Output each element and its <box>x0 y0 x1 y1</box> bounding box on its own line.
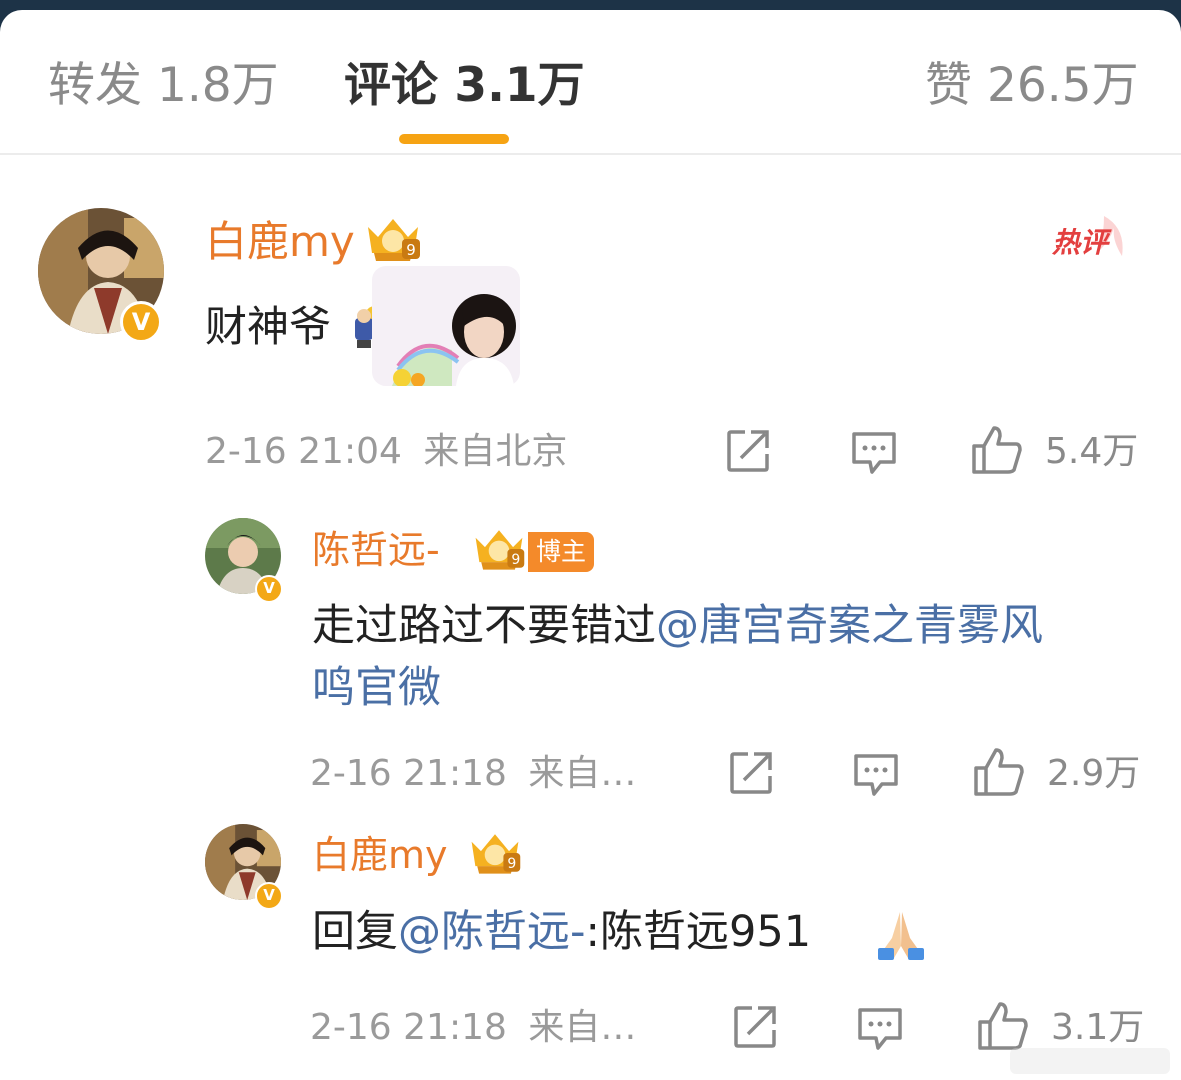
comment-text: :陈哲远951 <box>585 907 812 957</box>
active-tab-indicator <box>399 134 509 144</box>
verified-icon: V <box>255 575 283 603</box>
mention-link[interactable]: @唐宫奇案之青雾风 <box>656 601 1043 651</box>
comment-time: 2-16 21:04 <box>205 431 402 472</box>
hot-comment-badge: 热评 <box>1051 210 1136 274</box>
share-icon[interactable] <box>732 1004 778 1054</box>
reply-prefix: 回复 <box>312 907 398 957</box>
tab-comments[interactable]: 评论 3.1万 <box>344 58 585 114</box>
svg-text:热评: 热评 <box>1052 226 1112 259</box>
prayer-emoji-icon <box>872 908 930 964</box>
comment-time: 2-16 21:18 <box>310 1007 507 1048</box>
tab-bar: 转发 1.8万 评论 3.1万 赞 26.5万 <box>0 10 1181 155</box>
tab-likes[interactable]: 赞 26.5万 <box>925 58 1139 114</box>
comment-text: 财神爷 <box>205 302 332 351</box>
comment-text: 走过路过不要错过 <box>312 601 656 651</box>
watermark <box>1000 1034 1180 1080</box>
crown-badge-icon: 9 <box>362 213 424 269</box>
comment-icon[interactable] <box>852 750 900 802</box>
comment-location: 来自北京 <box>423 431 568 472</box>
comment-time: 2-16 21:18 <box>310 753 507 794</box>
verified-icon: V <box>255 882 283 910</box>
like-icon[interactable] <box>972 746 1026 802</box>
like-icon[interactable] <box>970 424 1024 480</box>
like-count: 2.9万 <box>1047 753 1141 794</box>
username[interactable]: 白鹿my <box>312 832 448 878</box>
blogger-badge: 博主 <box>528 532 595 572</box>
comments-panel: 转发 1.8万 评论 3.1万 赞 26.5万 V 白鹿my 9 热评 财神爷 … <box>0 10 1181 1080</box>
tab-reposts[interactable]: 转发 1.8万 <box>48 58 279 114</box>
mention-link-continued[interactable]: 鸣官微 <box>312 663 441 713</box>
crown-badge-icon: 9 <box>470 524 528 578</box>
like-count: 5.4万 <box>1045 431 1139 472</box>
comment-location: 来自… <box>528 1007 637 1048</box>
svg-text:9: 9 <box>511 552 520 568</box>
comment-icon[interactable] <box>856 1004 904 1056</box>
share-icon[interactable] <box>728 750 774 800</box>
comment-icon[interactable] <box>850 428 898 480</box>
share-icon[interactable] <box>725 428 771 478</box>
svg-text:9: 9 <box>406 241 416 259</box>
comment-location: 来自… <box>528 753 637 794</box>
mention-link[interactable]: @陈哲远- <box>398 907 586 957</box>
svg-text:9: 9 <box>507 856 516 872</box>
username[interactable]: 白鹿my <box>205 217 355 267</box>
username[interactable]: 陈哲远- <box>312 527 440 573</box>
verified-icon: V <box>120 301 162 343</box>
sticker-image[interactable] <box>372 266 520 387</box>
divider <box>0 153 1181 155</box>
crown-badge-icon: 9 <box>466 828 524 882</box>
